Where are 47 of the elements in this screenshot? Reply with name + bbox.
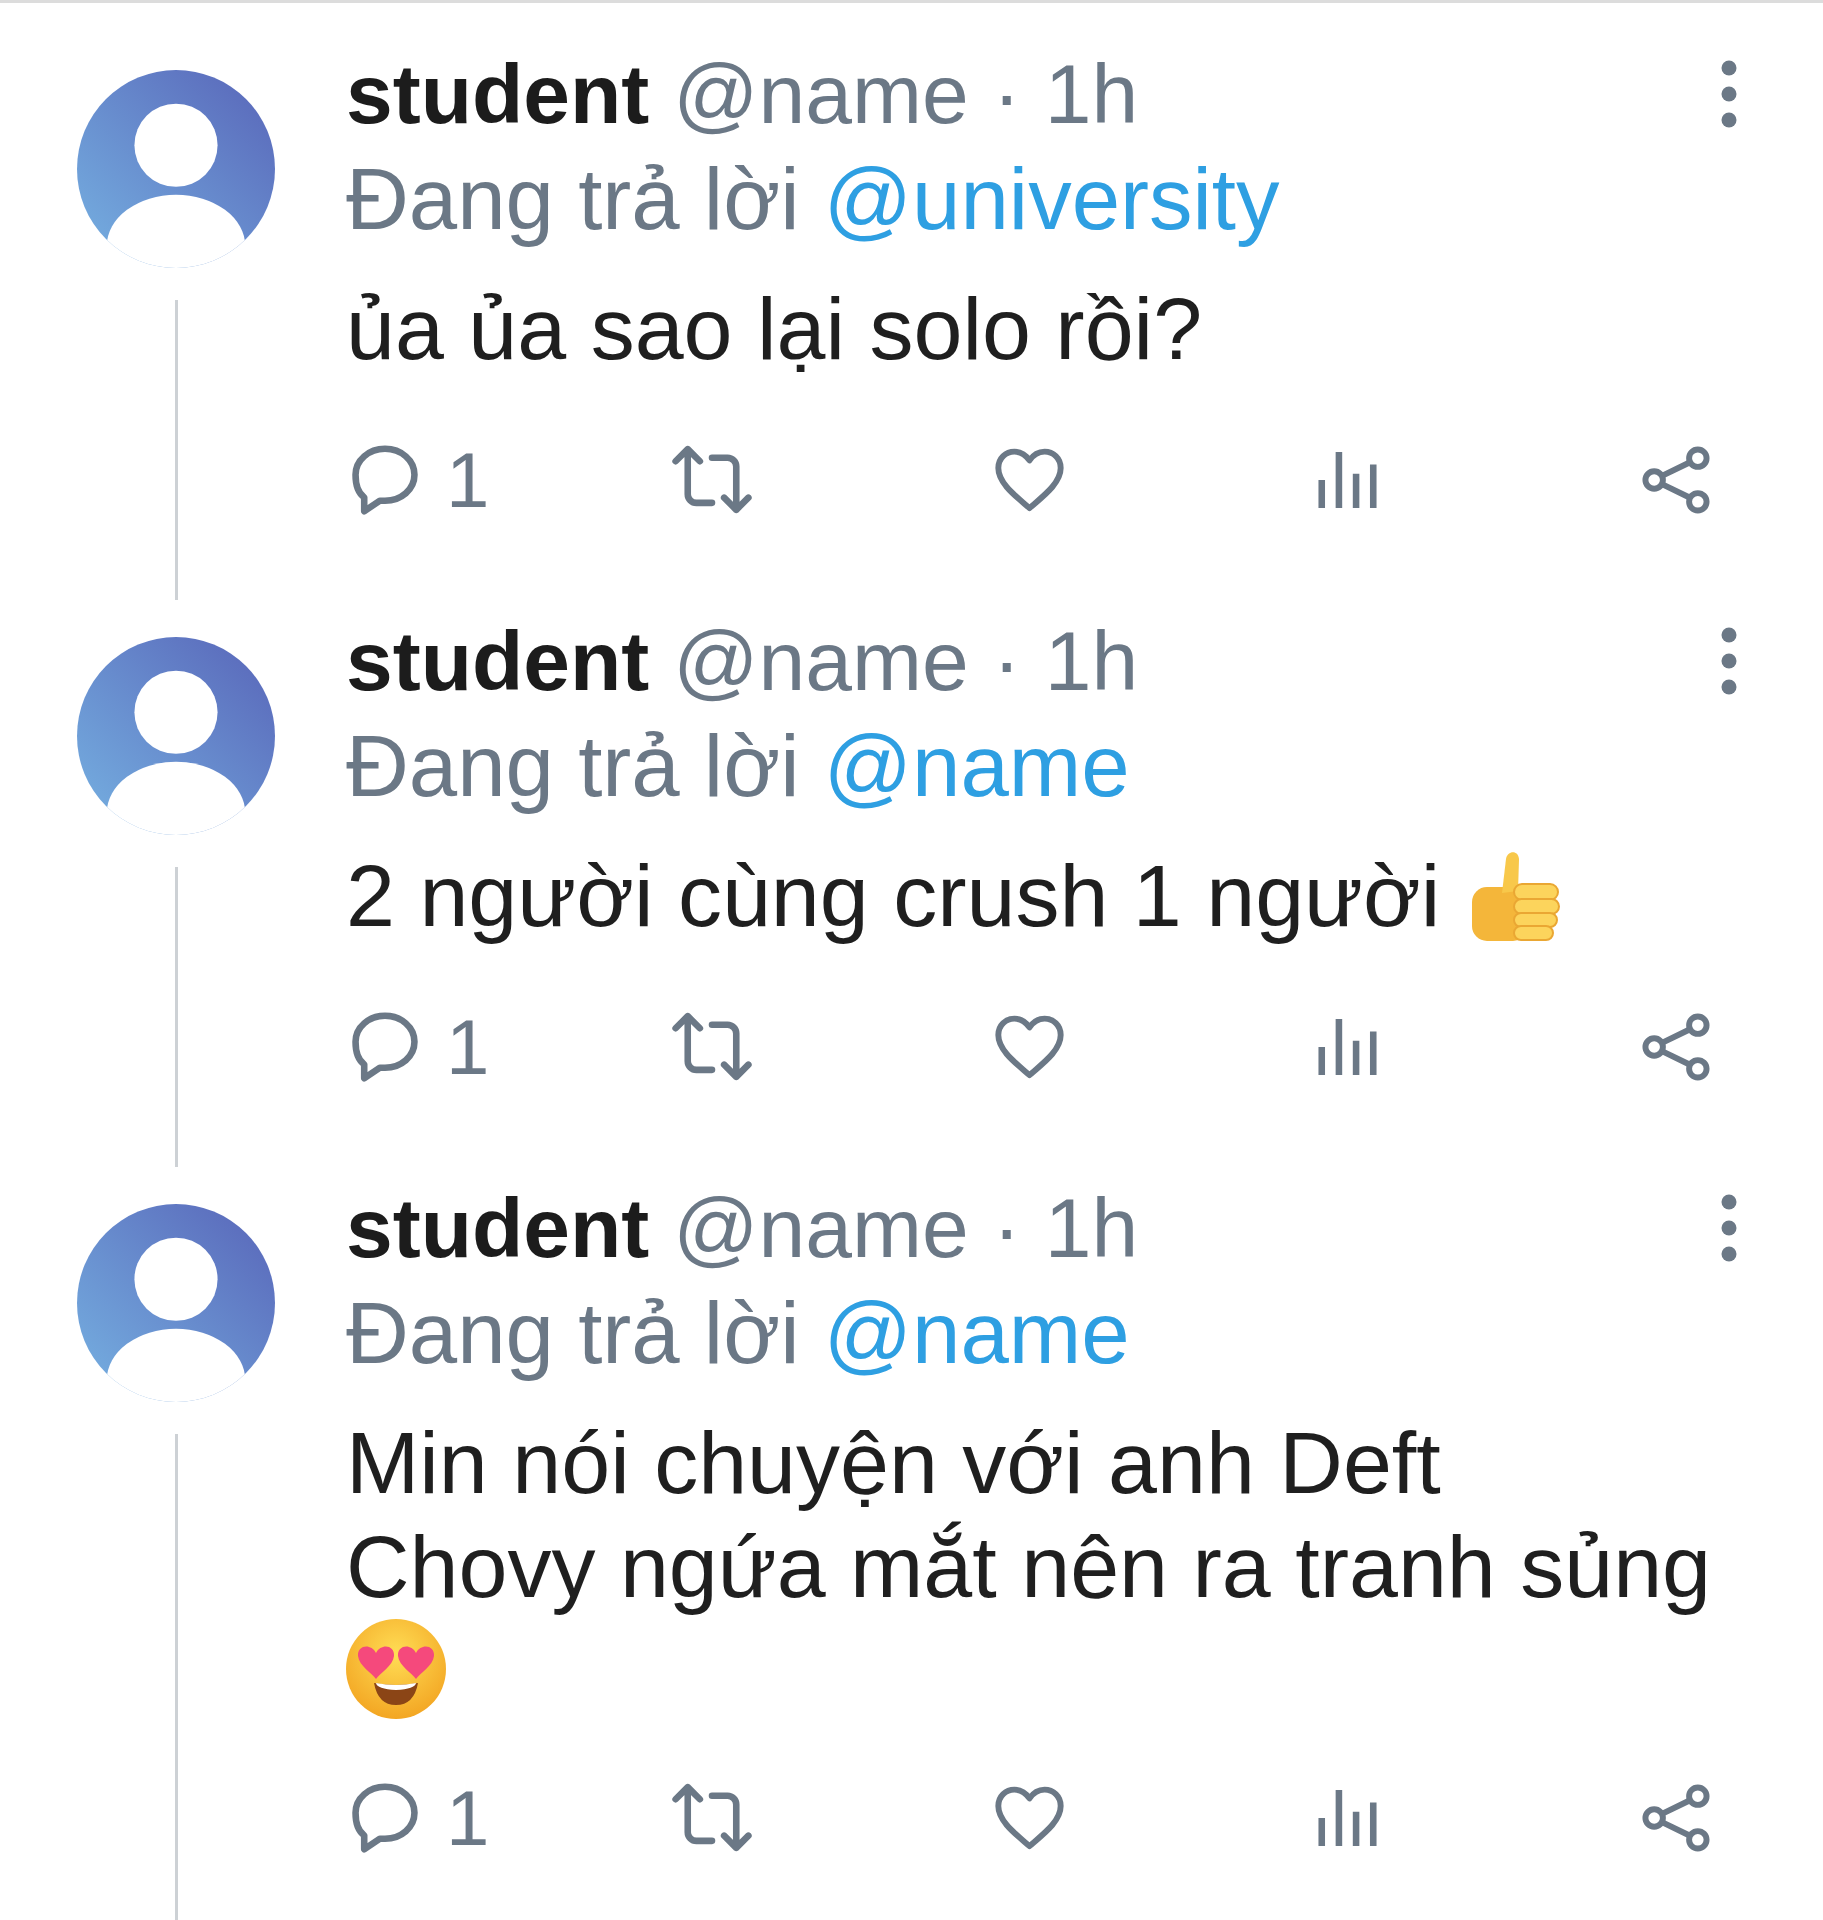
heart-icon[interactable] — [994, 1786, 1065, 1850]
thumbs-up-emoji-icon — [1470, 849, 1563, 943]
separator-dot: · — [992, 618, 1021, 704]
post-time: 1h — [1044, 618, 1139, 704]
replying-to-text: Đang trả lời @university — [346, 149, 1281, 249]
repost-icon[interactable] — [670, 445, 754, 515]
replying-to-text: Đang trả lời @name — [346, 716, 1131, 816]
reply-icon — [350, 445, 420, 515]
bar-chart-icon[interactable] — [1318, 1017, 1377, 1077]
reply-icon — [350, 1012, 420, 1082]
avatar-icon — [77, 70, 275, 268]
reply-button[interactable]: 1 — [346, 440, 490, 520]
separator-dot: · — [992, 1185, 1021, 1271]
author-name[interactable]: student — [346, 618, 650, 704]
post-text: 2 người cùng crush 1 người — [346, 845, 1441, 947]
share-icon[interactable] — [1642, 1784, 1710, 1852]
bar-chart-icon[interactable] — [1318, 1788, 1377, 1848]
more-icon[interactable] — [1721, 627, 1737, 695]
avatar-icon — [77, 637, 275, 835]
mention-link[interactable]: @name — [823, 717, 1130, 814]
more-icon[interactable] — [1721, 1194, 1737, 1262]
post-text: ủa ủa sao lại solo rồi? — [346, 278, 1203, 380]
reply-button[interactable]: 1 — [346, 1778, 490, 1858]
share-icon[interactable] — [1642, 1013, 1710, 1081]
mention-link[interactable]: @name — [823, 1284, 1130, 1381]
replying-to-text: Đang trả lời @name — [346, 1283, 1131, 1383]
reply-button[interactable]: 1 — [346, 1007, 490, 1087]
heart-eyes-emoji-icon — [346, 1619, 446, 1719]
heart-icon[interactable] — [994, 448, 1065, 512]
reply-icon — [350, 1783, 420, 1853]
user-handle: @name — [673, 51, 969, 137]
author-name[interactable]: student — [346, 51, 650, 137]
post-time: 1h — [1044, 1185, 1139, 1271]
repost-icon[interactable] — [670, 1783, 754, 1853]
author-name[interactable]: student — [346, 1185, 650, 1271]
mention-link[interactable]: @university — [823, 150, 1280, 247]
heart-icon[interactable] — [994, 1015, 1065, 1079]
post-text: Min nói chuyện với anh Deft Chovy ngứa mắt nên ra tranh sủng — [346, 1412, 1712, 1618]
user-handle: @name — [673, 1185, 969, 1271]
bar-chart-icon[interactable] — [1318, 450, 1377, 510]
user-handle: @name — [673, 618, 969, 704]
separator-dot: · — [992, 51, 1021, 137]
repost-icon[interactable] — [670, 1012, 754, 1082]
post-time: 1h — [1044, 51, 1139, 137]
avatar-icon — [77, 1204, 275, 1402]
more-icon[interactable] — [1721, 60, 1737, 128]
share-icon[interactable] — [1642, 446, 1710, 514]
